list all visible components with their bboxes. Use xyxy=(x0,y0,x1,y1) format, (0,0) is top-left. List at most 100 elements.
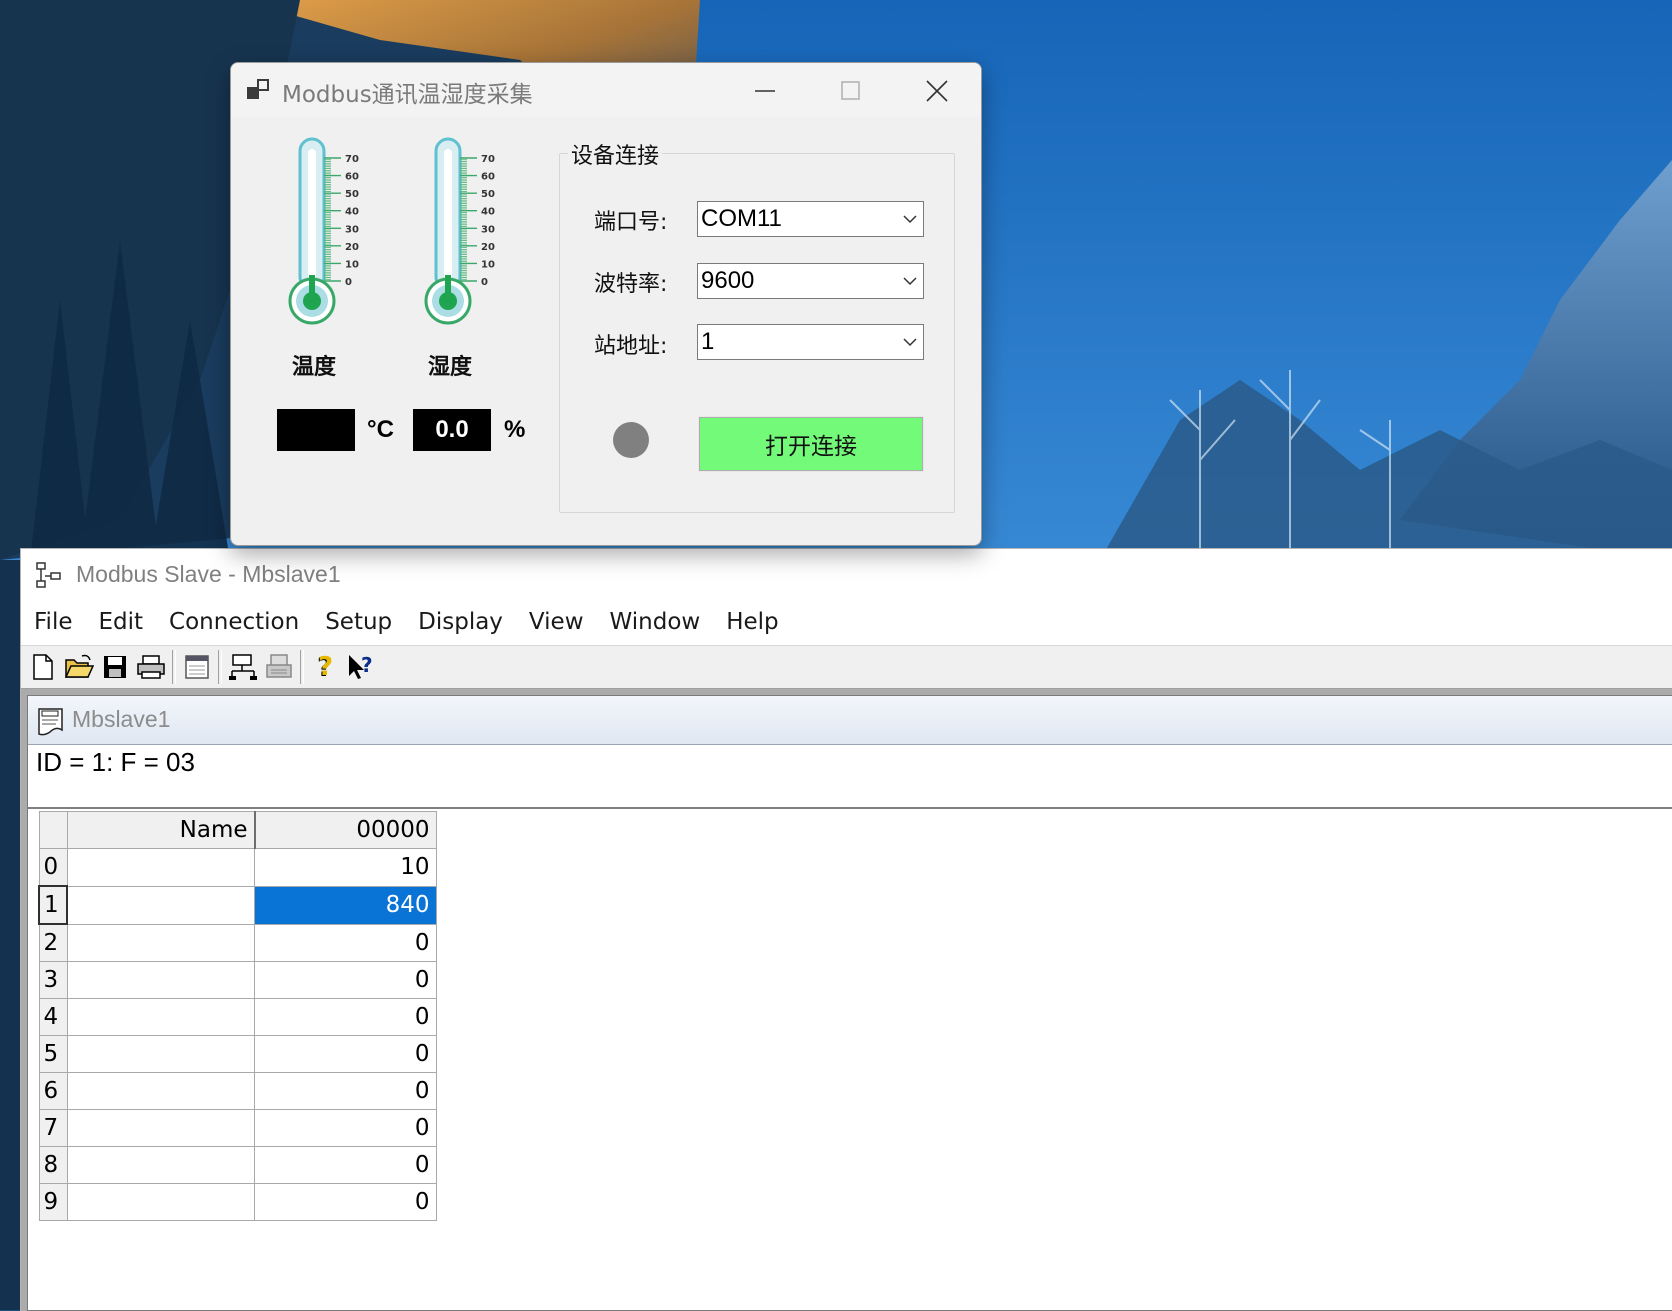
column-header-name[interactable]: Name xyxy=(66,811,255,849)
mdi-area: Mbslave1 ID = 1: F = 03 Name 00000 0 10 xyxy=(21,689,1672,1311)
table-row: 0 10 xyxy=(38,848,437,887)
table-row: 8 0 xyxy=(38,1146,437,1184)
value-cell[interactable]: 0 xyxy=(254,1035,437,1073)
value-cell[interactable]: 0 xyxy=(254,1072,437,1110)
baud-label: 波特率: xyxy=(594,272,668,297)
chevron-down-icon xyxy=(903,277,917,286)
context-help-icon[interactable]: ? xyxy=(343,649,379,685)
name-cell[interactable] xyxy=(66,848,255,887)
name-cell[interactable] xyxy=(66,923,255,962)
row-index: 6 xyxy=(38,1072,68,1110)
chevron-down-icon xyxy=(903,338,917,347)
name-cell[interactable] xyxy=(66,998,255,1036)
scale-tick-label: 10 xyxy=(345,259,359,270)
name-cell[interactable] xyxy=(66,1035,255,1073)
scale-tick-label: 20 xyxy=(345,242,359,253)
table-row-selected: 1 840 xyxy=(38,885,437,925)
name-cell[interactable] xyxy=(66,1072,255,1110)
port-value: COM11 xyxy=(701,205,782,232)
station-value: 1 xyxy=(701,328,715,355)
open-connection-button[interactable]: 打开连接 xyxy=(698,416,924,472)
menu-help[interactable]: Help xyxy=(713,599,791,645)
scale-tick-label: 50 xyxy=(345,189,359,200)
scale-tick-label: 50 xyxy=(481,189,495,200)
name-cell[interactable] xyxy=(66,885,255,925)
minimize-button[interactable] xyxy=(745,71,785,111)
connection-status-indicator xyxy=(613,422,649,458)
child-body: ID = 1: F = 03 Name 00000 0 10 1 840 2 0… xyxy=(28,745,1672,1310)
name-cell[interactable] xyxy=(66,1146,255,1184)
humidity-thermometer: 70 60 50 40 30 20 10 0 xyxy=(419,135,509,339)
connect-icon[interactable] xyxy=(225,649,261,685)
name-cell[interactable] xyxy=(66,1183,255,1221)
close-button[interactable] xyxy=(917,71,957,111)
scale-tick-label: 60 xyxy=(345,172,359,183)
scale-tick-label: 40 xyxy=(345,207,359,218)
row-index: 5 xyxy=(38,1035,68,1073)
svg-text:?: ? xyxy=(361,653,373,677)
menu-connection[interactable]: Connection xyxy=(156,599,312,645)
temperature-thermometer: 70 60 50 40 30 20 10 0 xyxy=(283,135,373,339)
dialog-title: Modbus通讯温湿度采集 xyxy=(282,82,533,108)
value-cell[interactable]: 0 xyxy=(254,923,437,962)
value-cell[interactable]: 0 xyxy=(254,998,437,1036)
dialog-titlebar[interactable]: Modbus通讯温湿度采集 xyxy=(231,63,981,117)
scale-tick-label: 20 xyxy=(481,242,495,253)
menu-view[interactable]: View xyxy=(516,599,597,645)
disconnect-icon[interactable] xyxy=(261,649,297,685)
mbslave1-window: Mbslave1 ID = 1: F = 03 Name 00000 0 10 xyxy=(27,695,1672,1311)
network-app-icon xyxy=(35,561,63,589)
window-icon[interactable] xyxy=(179,649,215,685)
temperature-unit: °C xyxy=(367,416,394,443)
name-cell[interactable] xyxy=(66,1109,255,1147)
grid-corner xyxy=(38,811,68,849)
port-label: 端口号: xyxy=(594,210,668,235)
menu-window[interactable]: Window xyxy=(597,599,714,645)
row-index: 8 xyxy=(38,1146,68,1184)
new-icon[interactable] xyxy=(25,649,61,685)
baud-select[interactable]: 9600 xyxy=(697,263,924,299)
station-label: 站地址: xyxy=(594,334,668,359)
help-icon[interactable]: ?? xyxy=(307,649,343,685)
chevron-down-icon xyxy=(903,215,917,224)
value-cell-selected[interactable]: 840 xyxy=(254,885,437,925)
value-cell[interactable]: 0 xyxy=(254,1183,437,1221)
child-title: Mbslave1 xyxy=(72,706,171,732)
toolbar: ?? ? xyxy=(21,646,1672,689)
maximize-button[interactable] xyxy=(831,71,871,111)
window-title: Modbus Slave - Mbslave1 xyxy=(76,561,341,587)
scale-tick-label: 0 xyxy=(345,277,352,288)
register-grid: Name 00000 0 10 1 840 2 0 3 0 4 0 5 0 6 … xyxy=(38,811,437,1221)
scale-tick-label: 70 xyxy=(345,154,359,165)
app-window-icon xyxy=(247,79,271,101)
toolbar-separator xyxy=(300,650,304,684)
table-row: 2 0 xyxy=(38,923,437,962)
slave-id-function-header: ID = 1: F = 03 xyxy=(36,747,195,777)
open-icon[interactable] xyxy=(61,649,97,685)
menu-display[interactable]: Display xyxy=(405,599,516,645)
menu-setup[interactable]: Setup xyxy=(312,599,405,645)
station-select[interactable]: 1 xyxy=(697,324,924,360)
toolbar-separator xyxy=(218,650,222,684)
humidity-value: 0.0 xyxy=(413,409,491,451)
baud-value: 9600 xyxy=(701,267,755,294)
port-select[interactable]: COM11 xyxy=(697,201,924,237)
document-icon xyxy=(36,706,66,738)
save-icon[interactable] xyxy=(97,649,133,685)
humidity-label: 湿度 xyxy=(428,355,473,380)
menu-file[interactable]: File xyxy=(21,599,86,645)
temperature-value xyxy=(277,409,355,451)
row-index: 4 xyxy=(38,998,68,1036)
value-cell[interactable]: 0 xyxy=(254,961,437,999)
scale-tick-label: 30 xyxy=(481,224,495,235)
value-cell[interactable]: 0 xyxy=(254,1109,437,1147)
value-cell[interactable]: 10 xyxy=(254,848,437,887)
modbus-slave-window: Modbus Slave - Mbslave1 File Edit Connec… xyxy=(20,548,1672,1311)
menu-edit[interactable]: Edit xyxy=(86,599,157,645)
row-index: 3 xyxy=(38,961,68,999)
value-cell[interactable]: 0 xyxy=(254,1146,437,1184)
name-cell[interactable] xyxy=(66,961,255,999)
print-icon[interactable] xyxy=(133,649,169,685)
scale-tick-label: 10 xyxy=(481,259,495,270)
column-header-address[interactable]: 00000 xyxy=(253,811,437,849)
